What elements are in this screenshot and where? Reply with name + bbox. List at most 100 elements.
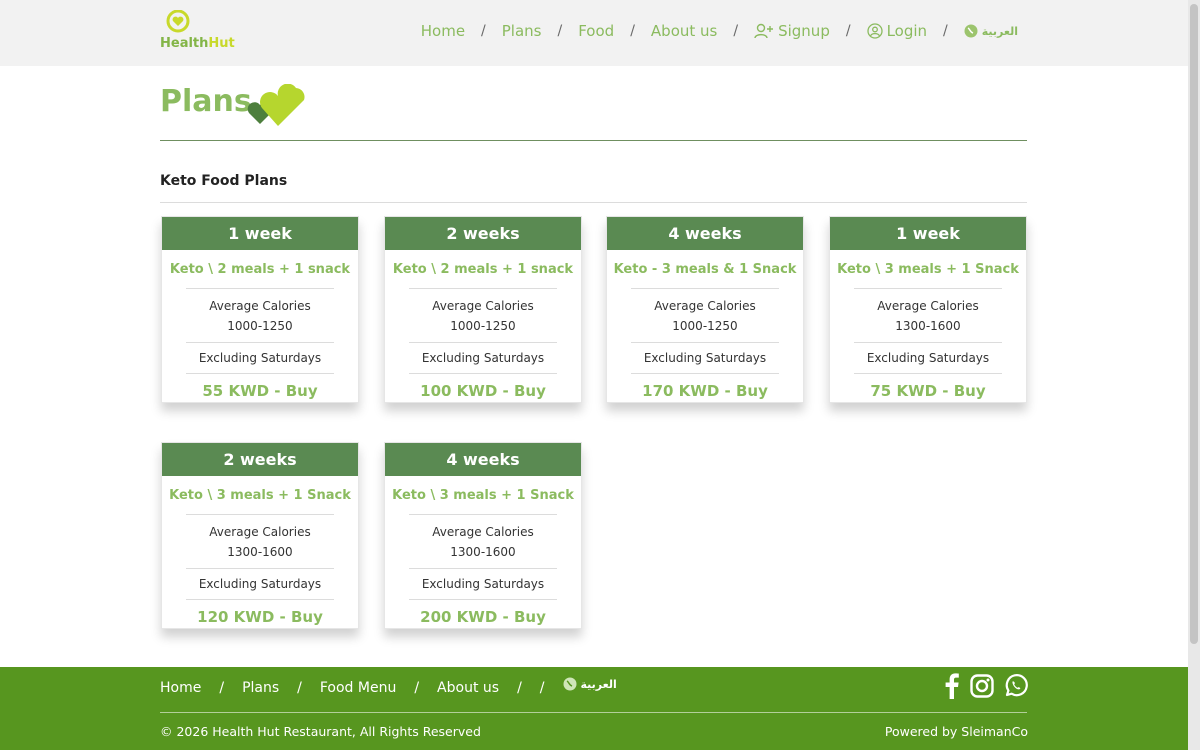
card-buy-button[interactable]: 75 KWD - Buy xyxy=(830,374,1026,407)
card-calories-value: 1300-1600 xyxy=(450,544,516,559)
card-duration: 1 week xyxy=(162,217,358,250)
card-note: Excluding Saturdays xyxy=(198,351,322,365)
card-plan-name: Keto \ 3 meals + 1 Snack xyxy=(392,487,574,503)
plan-card: 2 weeks Keto \ 2 meals + 1 snack Average… xyxy=(384,216,582,403)
card-buy-button[interactable]: 120 KWD - Buy xyxy=(162,600,358,633)
plan-card: 2 weeks Keto \ 3 meals + 1 Snack Average… xyxy=(161,442,359,629)
card-buy-button[interactable]: 100 KWD - Buy xyxy=(385,374,581,407)
card-note: Excluding Saturdays xyxy=(198,577,322,591)
page-scrollbar[interactable] xyxy=(1188,0,1200,750)
footer-social xyxy=(944,673,1028,699)
nav-language-label: العربية xyxy=(981,24,1018,38)
user-circle-icon xyxy=(866,23,883,39)
main-nav: Home / Plans / Food / About us / Signup … xyxy=(421,22,1018,40)
card-calories: Average Calories 1300-1600 xyxy=(385,515,581,568)
footer-nav: Home / Plans / Food Menu / About us / / … xyxy=(160,677,617,696)
facebook-icon[interactable] xyxy=(944,673,960,699)
title-divider xyxy=(160,140,1027,141)
card-plan-name: Keto - 3 meals & 1 Snack xyxy=(613,261,797,277)
copyright-text: © 2026 Health Hut Restaurant, All Rights… xyxy=(160,724,481,739)
card-duration: 2 weeks xyxy=(385,217,581,250)
footer-divider xyxy=(160,712,1027,713)
scrollbar-thumb[interactable] xyxy=(1190,4,1198,644)
card-calories-label: Average Calories xyxy=(432,524,534,539)
card-note: Excluding Saturdays xyxy=(421,577,545,591)
footer-separator: / xyxy=(297,680,302,696)
card-calories: Average Calories 1000-1250 xyxy=(162,289,358,342)
logo-word-health: Health xyxy=(160,36,209,51)
card-buy-button[interactable]: 55 KWD - Buy xyxy=(162,374,358,407)
globe-icon xyxy=(964,24,978,38)
card-note: Excluding Saturdays xyxy=(643,351,767,365)
nav-food[interactable]: Food xyxy=(578,22,614,40)
nav-separator: / xyxy=(630,23,635,39)
footer-link-plans[interactable]: Plans xyxy=(242,680,279,696)
card-plan-name: Keto \ 2 meals + 1 snack xyxy=(169,261,351,277)
section-divider xyxy=(160,202,1027,203)
site-header: HealthHut Home / Plans / Food / About us… xyxy=(0,0,1188,66)
nav-login-label: Login xyxy=(886,22,928,40)
footer-separator: / xyxy=(414,680,420,696)
card-calories-label: Average Calories xyxy=(209,298,311,313)
footer-language[interactable]: العربية xyxy=(563,677,617,691)
whatsapp-icon[interactable] xyxy=(1004,674,1028,698)
card-note: Excluding Saturdays xyxy=(421,351,545,365)
user-plus-icon xyxy=(754,23,774,39)
site-footer: Home / Plans / Food Menu / About us / / … xyxy=(0,667,1188,750)
section-title: Keto Food Plans xyxy=(160,173,288,189)
nav-separator: / xyxy=(481,23,486,39)
card-duration: 1 week xyxy=(830,217,1026,250)
instagram-icon[interactable] xyxy=(970,674,994,698)
card-calories: Average Calories 1000-1250 xyxy=(607,289,803,342)
nav-separator: / xyxy=(733,23,739,39)
heart-logo-icon xyxy=(166,10,190,33)
plan-card: 1 week Keto \ 3 meals + 1 Snack Average … xyxy=(829,216,1027,403)
card-calories-value: 1000-1250 xyxy=(450,318,516,333)
footer-link-about[interactable]: About us xyxy=(437,680,499,696)
nav-separator: / xyxy=(557,23,563,39)
globe-icon xyxy=(563,677,576,691)
card-calories-value: 1000-1250 xyxy=(672,318,738,333)
card-duration: 4 weeks xyxy=(607,217,803,250)
plan-card: 4 weeks Keto \ 3 meals + 1 Snack Average… xyxy=(384,442,582,629)
card-buy-button[interactable]: 200 KWD - Buy xyxy=(385,600,581,633)
footer-separator: / xyxy=(517,680,522,696)
plan-card: 1 week Keto \ 2 meals + 1 snack Average … xyxy=(161,216,359,403)
footer-link-home[interactable]: Home xyxy=(160,680,201,696)
nav-signup-label: Signup xyxy=(778,22,830,40)
hearts-icon xyxy=(247,84,305,126)
card-calories-label: Average Calories xyxy=(432,298,534,313)
card-calories-label: Average Calories xyxy=(877,298,979,313)
nav-separator: / xyxy=(943,23,948,39)
footer-separator: / xyxy=(219,680,225,696)
card-calories-label: Average Calories xyxy=(209,524,311,539)
card-calories: Average Calories 1300-1600 xyxy=(162,515,358,568)
nav-login[interactable]: Login xyxy=(866,22,928,40)
card-plan-name: Keto \ 3 meals + 1 Snack xyxy=(169,487,351,503)
nav-separator: / xyxy=(845,23,851,39)
card-calories-value: 1000-1250 xyxy=(227,318,293,333)
powered-by-link[interactable]: Powered by SleimanCo xyxy=(885,724,1028,739)
logo[interactable]: HealthHut xyxy=(160,10,240,56)
nav-plans[interactable]: Plans xyxy=(502,22,542,40)
logo-word-hut: Hut xyxy=(208,36,235,51)
nav-about[interactable]: About us xyxy=(651,22,717,40)
footer-separator: / xyxy=(539,680,545,696)
footer-language-label: العربية xyxy=(580,677,617,691)
card-calories: Average Calories 1000-1250 xyxy=(385,289,581,342)
page-title: Plans xyxy=(160,84,252,119)
card-duration: 2 weeks xyxy=(162,443,358,476)
nav-language[interactable]: العربية xyxy=(964,24,1018,38)
card-calories-value: 1300-1600 xyxy=(895,318,961,333)
plan-card: 4 weeks Keto - 3 meals & 1 Snack Average… xyxy=(606,216,804,403)
card-plan-name: Keto \ 2 meals + 1 snack xyxy=(392,261,574,277)
card-calories-label: Average Calories xyxy=(654,298,756,313)
card-duration: 4 weeks xyxy=(385,443,581,476)
card-plan-name: Keto \ 3 meals + 1 Snack xyxy=(837,261,1019,277)
nav-signup[interactable]: Signup xyxy=(754,22,830,40)
card-note: Excluding Saturdays xyxy=(866,351,990,365)
nav-home[interactable]: Home xyxy=(421,22,465,40)
card-calories-value: 1300-1600 xyxy=(227,544,293,559)
card-buy-button[interactable]: 170 KWD - Buy xyxy=(607,374,803,407)
footer-link-food-menu[interactable]: Food Menu xyxy=(320,680,396,696)
